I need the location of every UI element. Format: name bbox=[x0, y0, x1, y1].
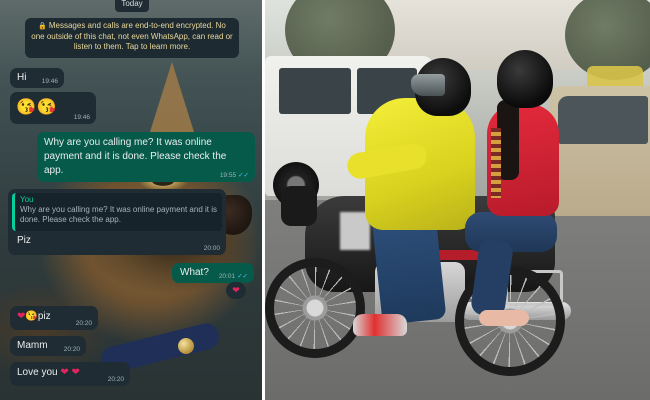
message-time: 20:20 bbox=[63, 346, 80, 353]
quoted-message[interactable]: You Why are you calling me? It was onlin… bbox=[12, 193, 222, 231]
message-time: 20:20 bbox=[75, 320, 92, 327]
message-text: Piz bbox=[17, 235, 31, 246]
heart-emoji: ❤ ❤ bbox=[60, 367, 80, 378]
van-window bbox=[279, 68, 351, 114]
quote-text: Why are you calling me? It was online pa… bbox=[20, 205, 217, 224]
date-separator: Today bbox=[115, 0, 149, 12]
quote-author: You bbox=[20, 195, 34, 204]
double-check-icon: ✓✓ bbox=[237, 273, 248, 280]
message-outgoing[interactable]: What? 20:01 ✓✓ bbox=[172, 263, 254, 283]
message-content: Love you ❤ ❤ bbox=[17, 367, 80, 378]
message-text: Hi bbox=[17, 72, 27, 83]
heart-icon[interactable]: ❤ bbox=[226, 282, 246, 299]
pillion-scarf bbox=[491, 128, 501, 198]
rider-shoe bbox=[353, 314, 407, 336]
message-incoming-reply[interactable]: You Why are you calling me? It was onlin… bbox=[8, 189, 226, 255]
message-time: 19:46 bbox=[73, 114, 90, 121]
message-incoming[interactable]: Love you ❤ ❤ 20:20 bbox=[10, 362, 130, 386]
chat-screenshot: Today 🔒 Messages and calls are end-to-end… bbox=[0, 0, 262, 400]
message-text: piz bbox=[37, 311, 51, 322]
message-meta: 20:01 ✓✓ bbox=[219, 272, 248, 280]
lock-icon: 🔒 bbox=[38, 23, 47, 30]
rider-visor bbox=[411, 74, 445, 96]
wallpaper-cat-ear bbox=[150, 62, 194, 132]
pillion-shoe bbox=[479, 310, 529, 326]
car-window bbox=[558, 96, 648, 144]
message-meta: 19:55 ✓✓ bbox=[220, 171, 249, 179]
message-time: 20:00 bbox=[203, 245, 220, 252]
message-time: 19:55 bbox=[219, 172, 237, 179]
message-time: 20:20 bbox=[107, 376, 124, 383]
message-time: 20:01 bbox=[218, 273, 236, 280]
encryption-notice[interactable]: 🔒 Messages and calls are end-to-end encry… bbox=[25, 18, 239, 58]
message-text: Why are you calling me? It was online pa… bbox=[44, 137, 227, 176]
front-wheel bbox=[265, 258, 365, 358]
encryption-notice-text: Messages and calls are end-to-end encryp… bbox=[31, 21, 233, 51]
double-check-icon: ✓✓ bbox=[238, 172, 249, 179]
motorcycle-headlight bbox=[281, 186, 317, 226]
wallpaper-cat-bell bbox=[178, 338, 194, 354]
street-photo bbox=[265, 0, 650, 400]
message-outgoing[interactable]: Why are you calling me? It was online pa… bbox=[37, 132, 255, 182]
message-text: Love you bbox=[17, 367, 58, 378]
message-text: Mamm bbox=[17, 340, 48, 351]
message-incoming[interactable]: Mamm 20:20 bbox=[10, 336, 86, 356]
message-incoming[interactable]: 😘😘 19:46 bbox=[10, 92, 96, 124]
kiss-emoji: 😘 bbox=[25, 311, 38, 322]
message-content: ❤😘piz bbox=[17, 311, 51, 322]
message-text: What? bbox=[180, 267, 209, 278]
message-time: 19:46 bbox=[41, 78, 58, 85]
message-incoming[interactable]: Hi 19:46 bbox=[10, 68, 64, 88]
message-incoming[interactable]: ❤😘piz 20:20 bbox=[10, 306, 98, 330]
pillion-helmet bbox=[497, 50, 553, 108]
message-emoji: 😘😘 bbox=[16, 99, 58, 116]
beige-car bbox=[550, 86, 650, 216]
